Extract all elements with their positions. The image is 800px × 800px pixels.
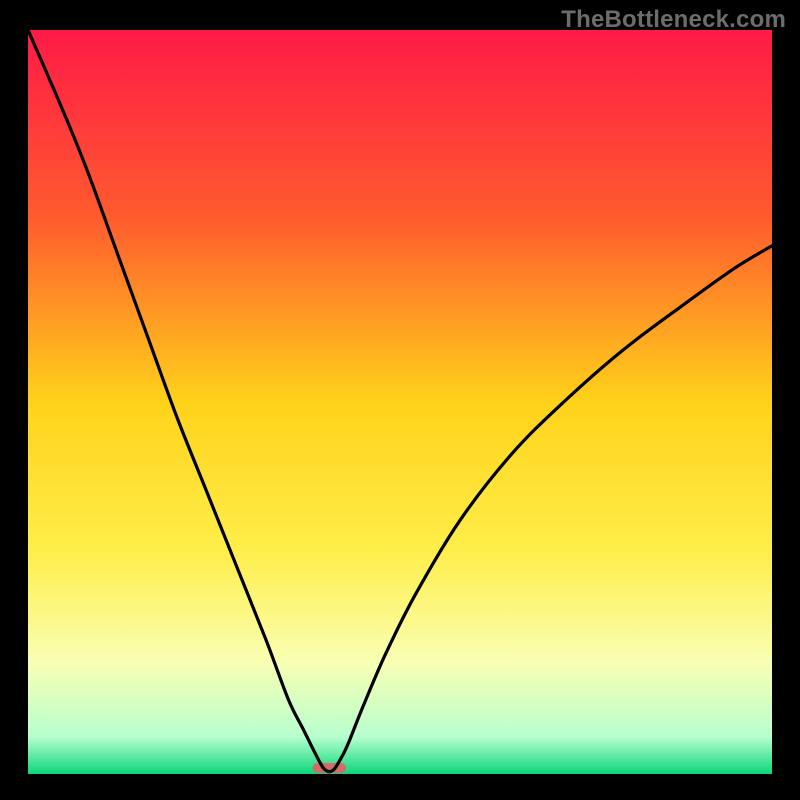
chart-svg bbox=[28, 30, 772, 774]
chart-root: TheBottleneck.com bbox=[0, 0, 800, 800]
plot-area bbox=[28, 30, 772, 774]
chart-background bbox=[28, 30, 772, 774]
